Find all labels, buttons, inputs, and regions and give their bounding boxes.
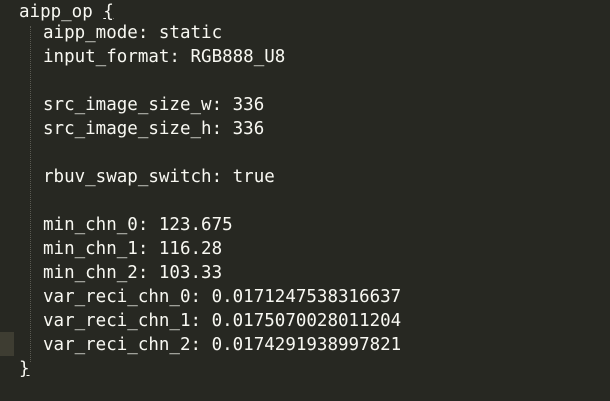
- code-line-src-image-size-w[interactable]: src_image_size_w: 336: [43, 93, 264, 117]
- code-line-min-chn-1[interactable]: min_chn_1: 116.28: [43, 237, 222, 261]
- code-line-min-chn-0[interactable]: min_chn_0: 123.675: [43, 213, 233, 237]
- indent-guide: [30, 26, 31, 362]
- code-line-close[interactable]: }: [19, 357, 30, 381]
- code-line-rbuv-swap-switch[interactable]: rbuv_swap_switch: true: [43, 165, 275, 189]
- code-line-min-chn-2[interactable]: min_chn_2: 103.33: [43, 261, 222, 285]
- open-brace: {: [103, 2, 114, 22]
- code-editor[interactable]: aipp_op { aipp_mode: static input_format…: [0, 0, 610, 401]
- code-line-input-format[interactable]: input_format: RGB888_U8: [43, 45, 285, 69]
- block-name: aipp_op: [19, 2, 93, 22]
- code-line-src-image-size-h[interactable]: src_image_size_h: 336: [43, 117, 264, 141]
- code-line-aipp-mode[interactable]: aipp_mode: static: [43, 21, 222, 45]
- current-line-marker: [0, 332, 14, 356]
- close-brace: }: [19, 359, 30, 379]
- code-line-var-reci-chn-0[interactable]: var_reci_chn_0: 0.0171247538316637: [43, 285, 401, 309]
- code-line-var-reci-chn-2[interactable]: var_reci_chn_2: 0.0174291938997821: [43, 333, 401, 357]
- code-line-var-reci-chn-1[interactable]: var_reci_chn_1: 0.0175070028011204: [43, 309, 401, 333]
